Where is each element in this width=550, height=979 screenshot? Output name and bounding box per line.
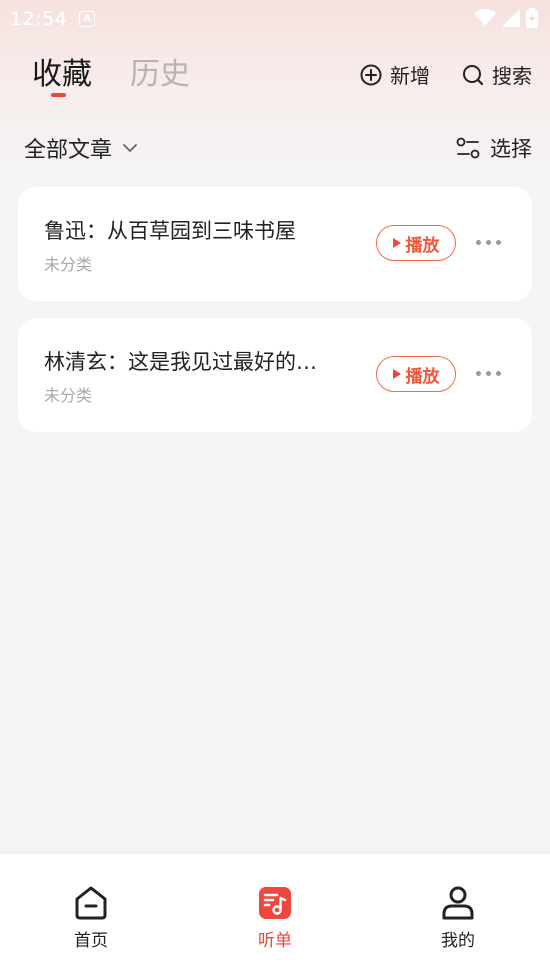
- signal-icon: [502, 9, 520, 27]
- select-filter-icon: [456, 137, 480, 159]
- category-label: 全部文章: [24, 138, 113, 163]
- search-label: 搜索: [492, 64, 532, 88]
- status-time: 12:54: [10, 8, 68, 30]
- nav-item-playlist[interactable]: 听单: [225, 884, 325, 951]
- home-icon: [75, 886, 107, 920]
- play-button[interactable]: 播放: [376, 356, 456, 392]
- battery-icon: [526, 8, 538, 28]
- more-options-icon[interactable]: [476, 371, 501, 376]
- top-tabs: 收藏 历史: [32, 56, 190, 94]
- category-dropdown[interactable]: 全部文章: [24, 132, 138, 164]
- select-button[interactable]: 选择: [456, 133, 532, 163]
- bottom-nav: 首页 听单 我的: [0, 854, 550, 979]
- article-card[interactable]: 鲁迅：从百草园到三味书屋 未分类 播放: [18, 187, 532, 301]
- add-button[interactable]: 新增: [360, 60, 430, 89]
- play-icon: [392, 369, 401, 379]
- playlist-icon: [259, 887, 291, 919]
- wifi-icon: [474, 9, 496, 26]
- article-title: 林清玄：这是我见过最好的…: [44, 350, 317, 374]
- header-actions: 新增 搜索: [360, 60, 532, 89]
- play-label: 播放: [405, 366, 440, 387]
- more-options-icon[interactable]: [476, 240, 501, 245]
- notification-a-icon: A: [79, 11, 96, 27]
- article-card[interactable]: 林清玄：这是我见过最好的… 未分类 播放: [18, 318, 532, 432]
- nav-label-profile: 我的: [441, 931, 475, 951]
- article-category: 未分类: [44, 255, 93, 274]
- nav-label-home: 首页: [74, 931, 108, 951]
- add-label: 新增: [390, 64, 430, 88]
- status-bar: 12:54 A: [0, 0, 550, 38]
- search-icon: [463, 64, 484, 85]
- filter-row: 全部文章 选择: [24, 132, 532, 164]
- article-category: 未分类: [44, 386, 93, 405]
- profile-icon: [442, 886, 474, 920]
- tab-active-indicator: [51, 93, 66, 97]
- nav-item-home[interactable]: 首页: [41, 884, 141, 951]
- play-button[interactable]: 播放: [376, 225, 456, 261]
- article-title: 鲁迅：从百草园到三味书屋: [44, 219, 296, 243]
- search-button[interactable]: 搜索: [462, 60, 532, 89]
- tab-history[interactable]: 历史: [130, 56, 190, 94]
- play-icon: [392, 238, 401, 248]
- select-label: 选择: [490, 137, 532, 161]
- nav-item-profile[interactable]: 我的: [408, 884, 508, 951]
- nav-label-playlist: 听单: [258, 931, 292, 951]
- add-circle-icon: [360, 64, 382, 85]
- play-label: 播放: [405, 235, 440, 256]
- chevron-down-icon: [123, 144, 137, 152]
- tab-favorites[interactable]: 收藏: [32, 56, 92, 94]
